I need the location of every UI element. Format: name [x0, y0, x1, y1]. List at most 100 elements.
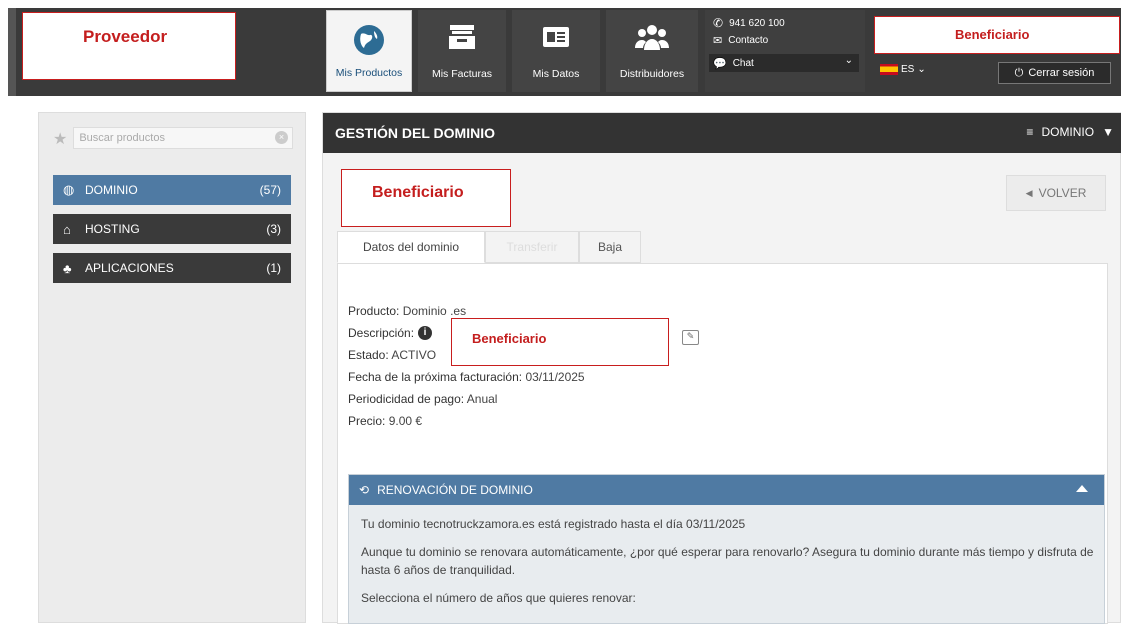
estado-row: Estado: ACTIVO [348, 348, 436, 362]
main-content: GESTIÓN DEL DOMINIO ≡ DOMINIO ▼ Benefici… [322, 112, 1121, 624]
beneficiario-redaction-title: Beneficiario [341, 169, 511, 227]
producto-value: Dominio .es [402, 304, 467, 318]
back-button[interactable]: ◀ VOLVER [1006, 175, 1106, 211]
sidebar-item-count: (57) [259, 183, 281, 197]
edit-icon[interactable]: ✎ [682, 330, 699, 345]
dominio-menu[interactable]: ≡ DOMINIO ▼ [1026, 125, 1114, 139]
logout-button[interactable]: ⏻ Cerrar sesión [998, 62, 1111, 84]
nav-tab-label: Distribuidores [619, 68, 685, 80]
nav-tab-mis-facturas[interactable]: Mis Facturas [418, 10, 506, 92]
language-select[interactable]: ES ⌄ [880, 64, 926, 75]
precio-value: 9.00 € [388, 414, 423, 428]
nav-tab-distribuidores[interactable]: Distribuidores [606, 10, 698, 92]
invoice-tray-icon [446, 22, 478, 55]
tab-label: Datos del dominio [362, 240, 460, 254]
descripcion-row: Descripción: i [348, 326, 433, 340]
users-group-icon [634, 22, 670, 55]
domain-data-panel: Producto: Dominio .es Descripción: i Ben… [337, 263, 1108, 624]
fecha-row: Fecha de la próxima facturación: 03/11/2… [348, 370, 585, 384]
sidebar-item-label: APLICACIONES [85, 261, 174, 275]
dominio-menu-label: DOMINIO [1041, 125, 1095, 139]
chat-select[interactable]: 💬 Chat ⌄ [709, 54, 859, 72]
globe-icon: ◍ [63, 182, 75, 197]
producto-key: Producto: [348, 304, 400, 318]
renovacion-line-1: Tu dominio tecnotruckzamora.es está regi… [361, 517, 746, 531]
hamburger-icon: ≡ [1026, 125, 1034, 139]
left-strip [8, 8, 16, 96]
sidebar-item-dominio[interactable]: ◍ DOMINIO (57) [53, 175, 291, 205]
producto-row: Producto: Dominio .es [348, 304, 466, 318]
home-icon: ⌂ [63, 221, 71, 237]
sidebar-item-aplicaciones[interactable]: ♣ APLICACIONES (1) [53, 253, 291, 283]
tab-baja[interactable]: Baja [579, 231, 641, 263]
proveedor-label: Proveedor [83, 27, 168, 46]
sidebar-item-count: (1) [266, 261, 281, 275]
renovacion-section: ⟲ RENOVACIÓN DE DOMINIO Tu dominio tecno… [348, 474, 1105, 624]
fecha-key: Fecha de la próxima facturación: [348, 370, 523, 384]
main-header: GESTIÓN DEL DOMINIO ≡ DOMINIO ▼ [323, 113, 1121, 153]
nav-tab-mis-datos[interactable]: Mis Datos [512, 10, 600, 92]
descripcion-key: Descripción: [348, 326, 415, 340]
periodicidad-row: Periodicidad de pago: Anual [348, 392, 497, 406]
history-icon: ⟲ [359, 483, 370, 497]
phone-link[interactable]: ✆ 941 620 100 [713, 16, 785, 30]
contact-label: Contacto [728, 35, 769, 46]
proveedor-redaction-box: Proveedor [22, 12, 236, 80]
phone-icon: ✆ [713, 16, 724, 30]
beneficiario-label: Beneficiario [472, 331, 547, 346]
triangle-left-icon: ◀ [1025, 187, 1033, 198]
search-placeholder: Buscar productos [79, 132, 165, 144]
search-input[interactable]: Buscar productos × [73, 127, 293, 149]
power-icon: ⏻ [1014, 66, 1024, 79]
periodicidad-value: Anual [466, 392, 498, 406]
clear-icon[interactable]: × [275, 131, 288, 144]
tab-label: Transferir [506, 240, 558, 254]
globe-icon [352, 23, 386, 60]
renovacion-line-3: Selecciona el número de años que quieres… [361, 591, 636, 605]
chevron-down-icon: ⌄ [844, 55, 853, 66]
collapse-icon[interactable] [1076, 485, 1088, 492]
precio-row: Precio: 9.00 € [348, 414, 422, 428]
renovacion-title: RENOVACIÓN DE DOMINIO [377, 483, 533, 497]
beneficiario-label: Beneficiario [955, 27, 1030, 42]
info-icon[interactable]: i [418, 326, 433, 340]
nav-tab-label: Mis Datos [532, 68, 580, 80]
sidebar-item-label: HOSTING [85, 222, 140, 236]
caret-down-icon: ▼ [1102, 125, 1114, 139]
nav-tab-label: Mis Productos [335, 67, 403, 79]
phone-number: 941 620 100 [729, 17, 785, 29]
logout-label: Cerrar sesión [1028, 67, 1095, 79]
language-label: ES [901, 64, 915, 75]
envelope-icon: ✉ [713, 35, 723, 47]
fecha-value: 03/11/2025 [525, 370, 585, 384]
chat-label: Chat [732, 57, 754, 69]
product-search: ★ Buscar productos × [53, 125, 293, 151]
sidebar-item-label: DOMINIO [85, 183, 138, 197]
sidebar-item-hosting[interactable]: ⌂ HOSTING (3) [53, 214, 291, 244]
tab-transferir[interactable]: Transferir [485, 231, 579, 263]
spain-flag-icon [880, 64, 898, 75]
sidebar: ★ Buscar productos × ◍ DOMINIO (57) ⌂ HO… [38, 112, 306, 623]
star-icon[interactable]: ★ [53, 129, 67, 148]
nav-tab-label: Mis Facturas [431, 68, 493, 80]
nav-tab-mis-productos[interactable]: Mis Productos [326, 10, 412, 92]
back-label: VOLVER [1038, 186, 1087, 200]
estado-value: ACTIVO [391, 348, 437, 362]
chat-bubble-icon: 💬 [713, 57, 727, 70]
estado-key: Estado: [348, 348, 389, 362]
contact-link[interactable]: ✉ Contacto [713, 34, 768, 47]
tab-label: Baja [597, 240, 623, 254]
precio-key: Precio: [348, 414, 386, 428]
tab-datos-del-dominio[interactable]: Datos del dominio [337, 231, 485, 263]
renovacion-line-2: Aunque tu dominio se renovara automática… [361, 545, 1094, 577]
beneficiario-label: Beneficiario [372, 184, 464, 201]
beneficiario-redaction-top: Beneficiario [874, 16, 1120, 54]
periodicidad-key: Periodicidad de pago: [348, 392, 465, 406]
sitemap-icon: ♣ [63, 260, 72, 276]
chevron-down-icon: ⌄ [917, 64, 926, 75]
renovacion-header[interactable]: ⟲ RENOVACIÓN DE DOMINIO [349, 475, 1104, 505]
sidebar-item-count: (3) [266, 222, 281, 236]
id-card-icon [540, 22, 572, 55]
contact-panel: ✆ 941 620 100 ✉ Contacto 💬 Chat ⌄ [705, 10, 865, 92]
page-title: GESTIÓN DEL DOMINIO [335, 125, 495, 141]
